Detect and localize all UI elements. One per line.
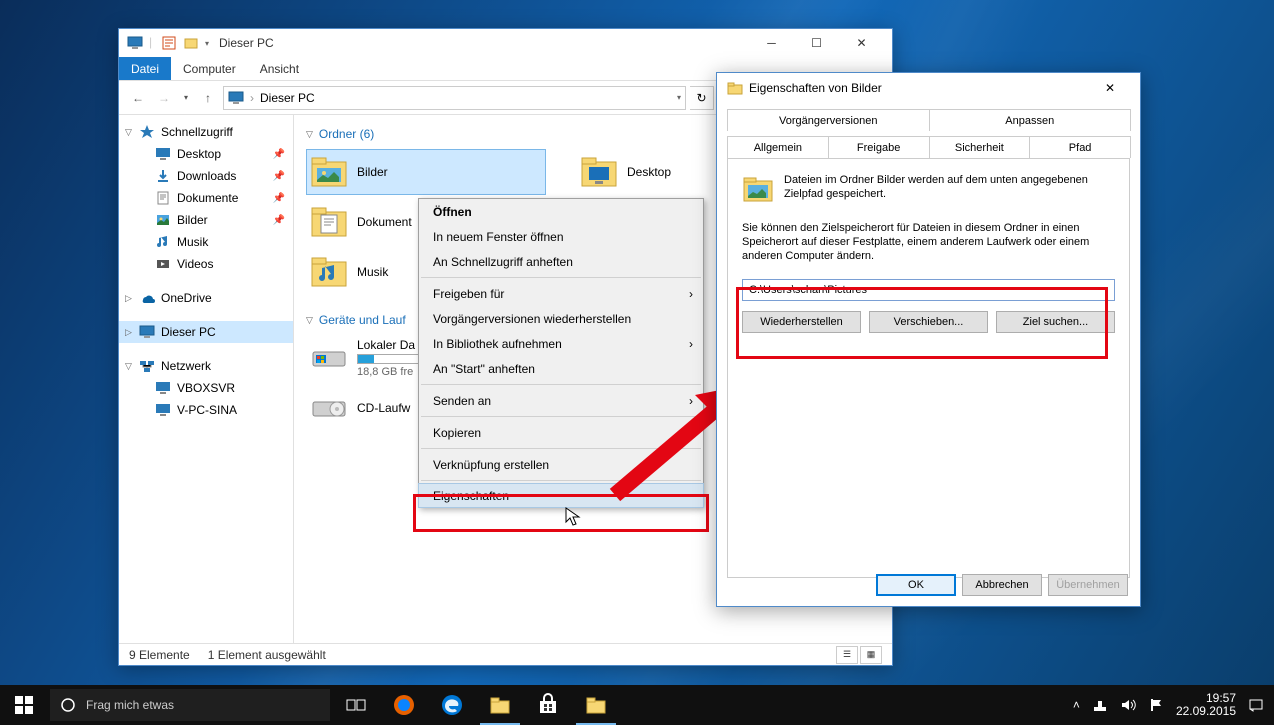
taskbar-app-explorer[interactable] (476, 685, 524, 725)
pin-icon: 📌 (273, 149, 285, 160)
new-folder-qat-icon[interactable] (183, 35, 199, 51)
tab-sharing[interactable]: Freigabe (828, 136, 930, 158)
tray-flag-icon[interactable] (1148, 697, 1164, 713)
tab-security[interactable]: Sicherheit (929, 136, 1031, 158)
ok-button[interactable]: OK (876, 574, 956, 596)
maximize-button[interactable]: ☐ (794, 29, 839, 57)
properties-dialog: Eigenschaften von Bilder ✕ Vorgängervers… (716, 72, 1141, 607)
path-input[interactable]: C:\Users\schan\Pictures (742, 279, 1115, 301)
thispc-icon (127, 35, 143, 51)
tray-chevron-icon[interactable]: ˄ (1073, 698, 1080, 712)
dialog-titlebar[interactable]: Eigenschaften von Bilder ✕ (717, 73, 1140, 103)
taskbar-app-explorer-2[interactable] (572, 685, 620, 725)
folder-bilder[interactable]: Bilder (306, 149, 546, 195)
cursor-icon (565, 507, 581, 527)
sidebar-item-desktop[interactable]: Desktop📌 (119, 143, 293, 165)
cancel-button[interactable]: Abbrechen (962, 574, 1042, 596)
view-details-button[interactable]: ☰ (836, 646, 858, 664)
task-view-button[interactable] (332, 685, 380, 725)
ctx-open-new[interactable]: In neuem Fenster öffnen (419, 224, 703, 249)
ctx-properties[interactable]: Eigenschaften (418, 483, 704, 508)
sidebar-item-videos[interactable]: Videos (119, 253, 293, 275)
start-button[interactable] (0, 685, 48, 725)
sidebar-item-vboxsvr[interactable]: VBOXSVR (119, 377, 293, 399)
pin-icon: 📌 (273, 215, 285, 226)
ctx-copy[interactable]: Kopieren (419, 420, 703, 445)
qat-dropdown-icon[interactable]: ▾ (205, 39, 209, 48)
address-bar[interactable]: › Dieser PC ▾ (223, 86, 686, 110)
tab-path[interactable]: Pfad (1029, 136, 1131, 158)
ctx-include-lib[interactable]: In Bibliothek aufnehmen› (419, 331, 703, 356)
taskbar-search[interactable]: Frag mich etwas (50, 689, 330, 721)
titlebar[interactable]: | ▾ Dieser PC ─ ☐ ✕ (119, 29, 892, 57)
find-target-button[interactable]: Ziel suchen... (996, 311, 1115, 333)
taskbar-app-store[interactable] (524, 685, 572, 725)
sidebar-item-thispc[interactable]: ▷Dieser PC (119, 321, 293, 343)
taskbar: Frag mich etwas ˄ 19:57 22.09.2015 (0, 685, 1274, 725)
tray-notifications-icon[interactable] (1248, 697, 1264, 713)
history-dropdown[interactable]: ▾ (179, 87, 193, 109)
dialog-title: Eigenschaften von Bilder (749, 81, 882, 95)
apply-button[interactable]: Übernehmen (1048, 574, 1128, 596)
taskbar-app-edge[interactable] (428, 685, 476, 725)
move-button[interactable]: Verschieben... (869, 311, 988, 333)
ctx-restore-prev[interactable]: Vorgängerversionen wiederherstellen (419, 306, 703, 331)
minimize-button[interactable]: ─ (749, 29, 794, 57)
desc-mid: Sie können den Zielspeicherort für Datei… (742, 221, 1115, 263)
ctx-open[interactable]: Öffnen (419, 199, 703, 224)
back-button[interactable]: ← (127, 87, 149, 109)
ctx-pin-start[interactable]: An "Start" anheften (419, 356, 703, 381)
ctx-send-to[interactable]: Senden an› (419, 388, 703, 413)
tab-computer[interactable]: Computer (171, 57, 248, 80)
sidebar-item-quickaccess[interactable]: ▽ Schnellzugriff (119, 121, 293, 143)
statusbar: 9 Elemente 1 Element ausgewählt ☰ ▦ (119, 643, 892, 665)
tab-customize[interactable]: Anpassen (929, 109, 1132, 131)
view-tiles-button[interactable]: ▦ (860, 646, 882, 664)
sidebar-item-pictures[interactable]: Bilder📌 (119, 209, 293, 231)
sidebar-item-vpcsina[interactable]: V-PC-SINA (119, 399, 293, 421)
tab-file[interactable]: Datei (119, 57, 171, 80)
tray-network-icon[interactable] (1092, 697, 1108, 713)
tab-content: Dateien im Ordner Bilder werden auf dem … (727, 158, 1130, 578)
close-button[interactable]: ✕ (839, 29, 884, 57)
pin-icon: 📌 (273, 171, 285, 182)
status-item-count: 9 Elemente (129, 648, 190, 662)
sidebar-item-onedrive[interactable]: ▷OneDrive (119, 287, 293, 309)
up-button[interactable]: ↑ (197, 87, 219, 109)
sidebar-item-downloads[interactable]: Downloads📌 (119, 165, 293, 187)
sidebar-item-documents[interactable]: Dokumente📌 (119, 187, 293, 209)
thispc-icon (228, 90, 244, 106)
cortana-icon (60, 697, 76, 713)
folder-icon (727, 80, 743, 96)
status-selection: 1 Element ausgewählt (208, 648, 326, 662)
pin-icon: 📌 (273, 193, 285, 204)
breadcrumb[interactable]: Dieser PC (260, 91, 315, 105)
breadcrumb-dropdown[interactable]: ▾ (677, 93, 681, 102)
ctx-share[interactable]: Freigeben für› (419, 281, 703, 306)
system-tray[interactable]: ˄ 19:57 22.09.2015 (1063, 692, 1274, 718)
separator-icon: | (149, 35, 155, 51)
sidebar-item-music[interactable]: Musik (119, 231, 293, 253)
properties-qat-icon[interactable] (161, 35, 177, 51)
restore-button[interactable]: Wiederherstellen (742, 311, 861, 333)
desc-top: Dateien im Ordner Bilder werden auf dem … (784, 173, 1115, 205)
dialog-close-button[interactable]: ✕ (1090, 74, 1130, 102)
tab-view[interactable]: Ansicht (248, 57, 311, 80)
refresh-button[interactable]: ↻ (690, 86, 714, 110)
ctx-pin-quick[interactable]: An Schnellzugriff anheften (419, 249, 703, 274)
window-title: Dieser PC (219, 36, 274, 50)
breadcrumb-sep: › (250, 91, 254, 105)
sidebar-item-network[interactable]: ▽Netzwerk (119, 355, 293, 377)
tray-volume-icon[interactable] (1120, 697, 1136, 713)
sidebar: ▽ Schnellzugriff Desktop📌 Downloads📌 Dok… (119, 115, 294, 643)
context-menu: Öffnen In neuem Fenster öffnen An Schnel… (418, 198, 704, 508)
tab-general[interactable]: Allgemein (727, 136, 829, 158)
tab-prev-versions[interactable]: Vorgängerversionen (727, 109, 930, 131)
ctx-shortcut[interactable]: Verknüpfung erstellen (419, 452, 703, 477)
forward-button[interactable]: → (153, 87, 175, 109)
taskbar-app-firefox[interactable] (380, 685, 428, 725)
tray-clock[interactable]: 19:57 22.09.2015 (1176, 692, 1236, 718)
pictures-folder-icon (742, 173, 774, 205)
